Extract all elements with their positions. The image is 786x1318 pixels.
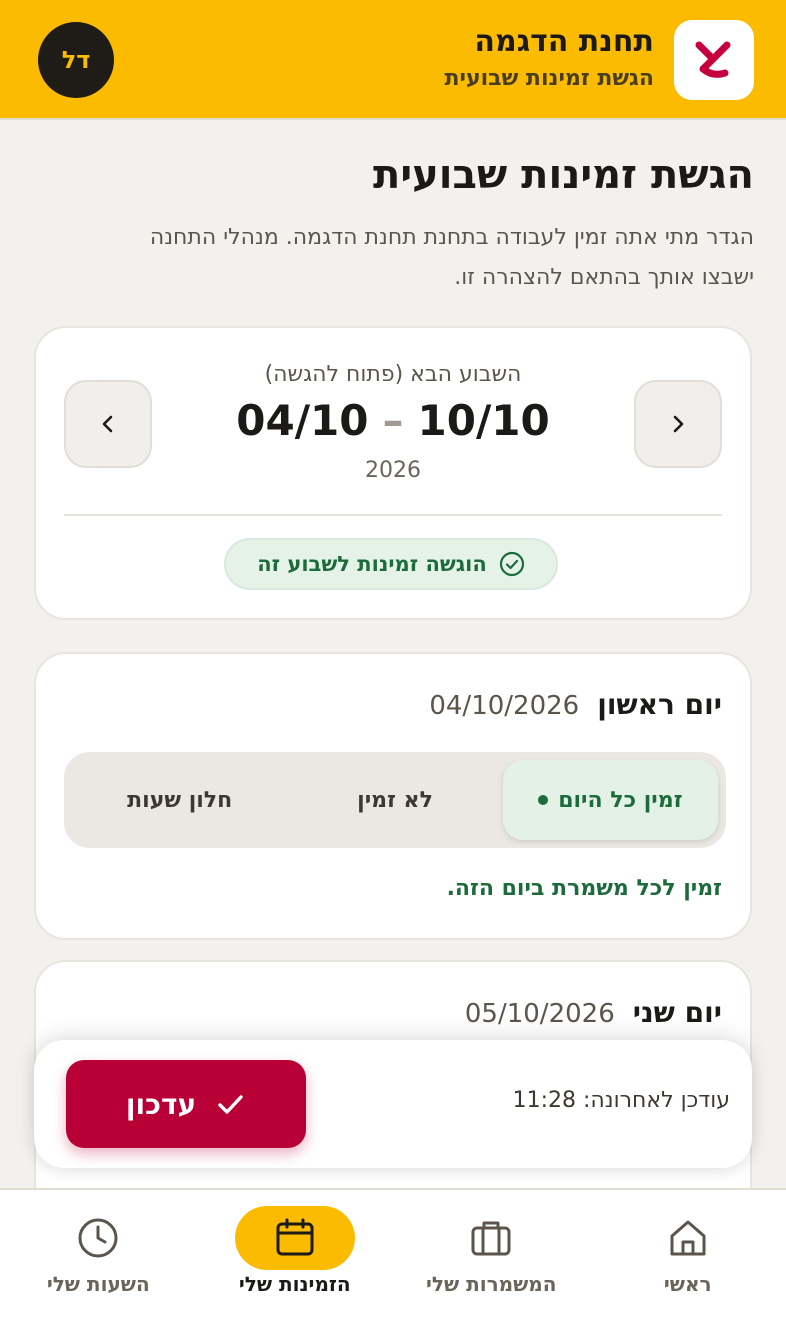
- week-selector-card: השבוע הבא (פתוח להגשה) 04/10–10/10 2026 …: [34, 326, 752, 620]
- nav-label: הזמינות שלי: [238, 1272, 351, 1296]
- page-title: הגשת זמינות שבועית: [373, 152, 754, 198]
- status-text: הוגשה זמינות לשבוע זה: [257, 552, 487, 576]
- bottom-navigation: ראשי המשמרות שלי הזמינות שלי השעות שלי: [0, 1188, 786, 1318]
- week-end-date: 10/10: [417, 396, 550, 445]
- option-unavailable[interactable]: לא זמין: [287, 760, 502, 840]
- update-button-label: עדכון: [125, 1087, 197, 1121]
- clock-icon: [78, 1218, 118, 1258]
- option-time-window[interactable]: חלון שעות: [72, 760, 287, 840]
- last-updated-time: 11:28: [512, 1088, 576, 1113]
- week-year: 2026: [365, 458, 421, 483]
- station-name: תחנת הדגמה: [474, 24, 654, 59]
- day-availability-note: זמין לכל משמרת ביום הזה.: [446, 876, 722, 901]
- day-date: 05/10/2026: [464, 999, 615, 1029]
- page-description: הגדר מתי אתה זמין לעבודה בתחנת תחנת הדגמ…: [149, 225, 754, 290]
- checkmark-icon: [218, 1095, 243, 1114]
- nav-label: המשמרות שלי: [425, 1272, 557, 1296]
- nav-icon-container: [234, 1206, 355, 1270]
- day-date: 04/10/2026: [429, 691, 580, 721]
- day-header: יום שני 05/10/2026: [465, 996, 722, 1029]
- last-updated-label: עודכן לאחרונה:: [583, 1088, 730, 1113]
- nav-icon-container: [628, 1206, 748, 1270]
- week-label: השבוע הבא (פתוח להגשה): [264, 362, 522, 387]
- calendar-icon: [276, 1218, 314, 1256]
- range-dash: –: [382, 396, 404, 445]
- header-subtitle: הגשת זמינות שבועית: [444, 66, 654, 91]
- nav-item-home[interactable]: ראשי: [590, 1190, 786, 1318]
- update-button[interactable]: עדכון: [66, 1060, 306, 1148]
- day-card: יום ראשון 04/10/2026 זמין כל היום לא זמי…: [34, 652, 752, 940]
- submission-status-badge: הוגשה זמינות לשבוע זה: [224, 538, 558, 590]
- nav-icon-container: [431, 1206, 551, 1270]
- week-date-range: 04/10–10/10: [36, 396, 750, 445]
- save-bar: עודכן לאחרונה: 11:28 עדכון: [34, 1040, 752, 1168]
- nav-item-my-availability[interactable]: הזמינות שלי: [197, 1190, 394, 1318]
- nav-item-my-shifts[interactable]: המשמרות שלי: [393, 1190, 590, 1318]
- logo-icon: [695, 41, 731, 78]
- nav-item-my-hours[interactable]: השעות שלי: [0, 1190, 197, 1318]
- app-logo: [674, 20, 754, 100]
- option-label: לא זמין: [357, 787, 433, 813]
- week-start-date: 04/10: [236, 396, 369, 445]
- last-updated: עודכן לאחרונה: 11:28: [513, 1088, 730, 1113]
- day-name: יום ראשון: [597, 688, 722, 721]
- day-header: יום ראשון 04/10/2026: [429, 688, 722, 721]
- option-label: חלון שעות: [127, 787, 233, 813]
- nav-label: ראשי: [663, 1272, 712, 1296]
- divider: [64, 514, 722, 516]
- briefcase-icon: [471, 1221, 511, 1256]
- selected-dot-icon: [538, 795, 549, 805]
- option-available-all-day[interactable]: זמין כל היום: [502, 760, 718, 840]
- availability-options: זמין כל היום לא זמין חלון שעות: [64, 752, 726, 848]
- app-header: תחנת הדגמה הגשת זמינות שבועית דל: [0, 0, 786, 120]
- user-avatar[interactable]: דל: [38, 22, 114, 98]
- home-icon: [670, 1220, 706, 1256]
- check-circle-icon: [499, 551, 524, 577]
- nav-icon-container: [38, 1206, 158, 1270]
- option-label: זמין כל היום: [558, 787, 683, 813]
- nav-label: השעות שלי: [46, 1272, 150, 1296]
- day-name: יום שני: [632, 996, 722, 1029]
